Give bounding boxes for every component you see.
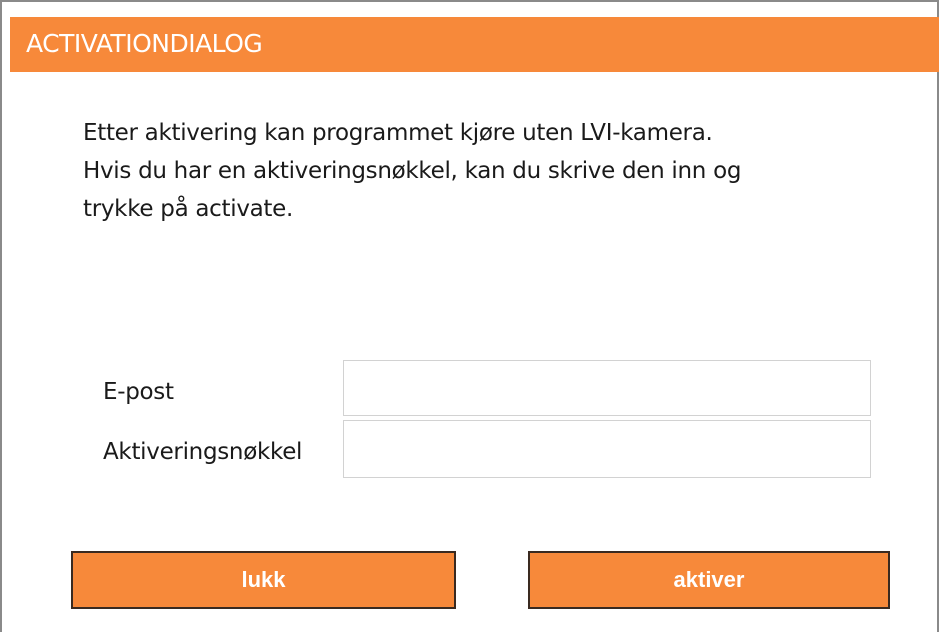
activate-button[interactable]: aktiver xyxy=(528,551,890,609)
close-button[interactable]: lukk xyxy=(71,551,456,609)
dialog-title: ACTIVATIONDIALOG xyxy=(26,29,263,58)
message-line: Hvis du har en aktiveringsnøkkel, kan du… xyxy=(83,158,742,184)
email-label: E-post xyxy=(103,379,174,405)
close-button-label: lukk xyxy=(241,567,286,592)
activation-key-field[interactable] xyxy=(343,420,871,478)
activation-dialog: ACTIVATIONDIALOG Etter aktivering kan pr… xyxy=(0,0,939,632)
activation-key-label: Aktiveringsnøkkel xyxy=(103,439,303,465)
activate-button-label: aktiver xyxy=(673,567,745,592)
dialog-message: Etter aktivering kan programmet kjøre ut… xyxy=(83,114,883,228)
email-field[interactable] xyxy=(343,360,871,416)
message-line: Etter aktivering kan programmet kjøre ut… xyxy=(83,120,713,146)
title-bar: ACTIVATIONDIALOG xyxy=(10,17,939,72)
message-line: trykke på activate. xyxy=(83,196,294,222)
